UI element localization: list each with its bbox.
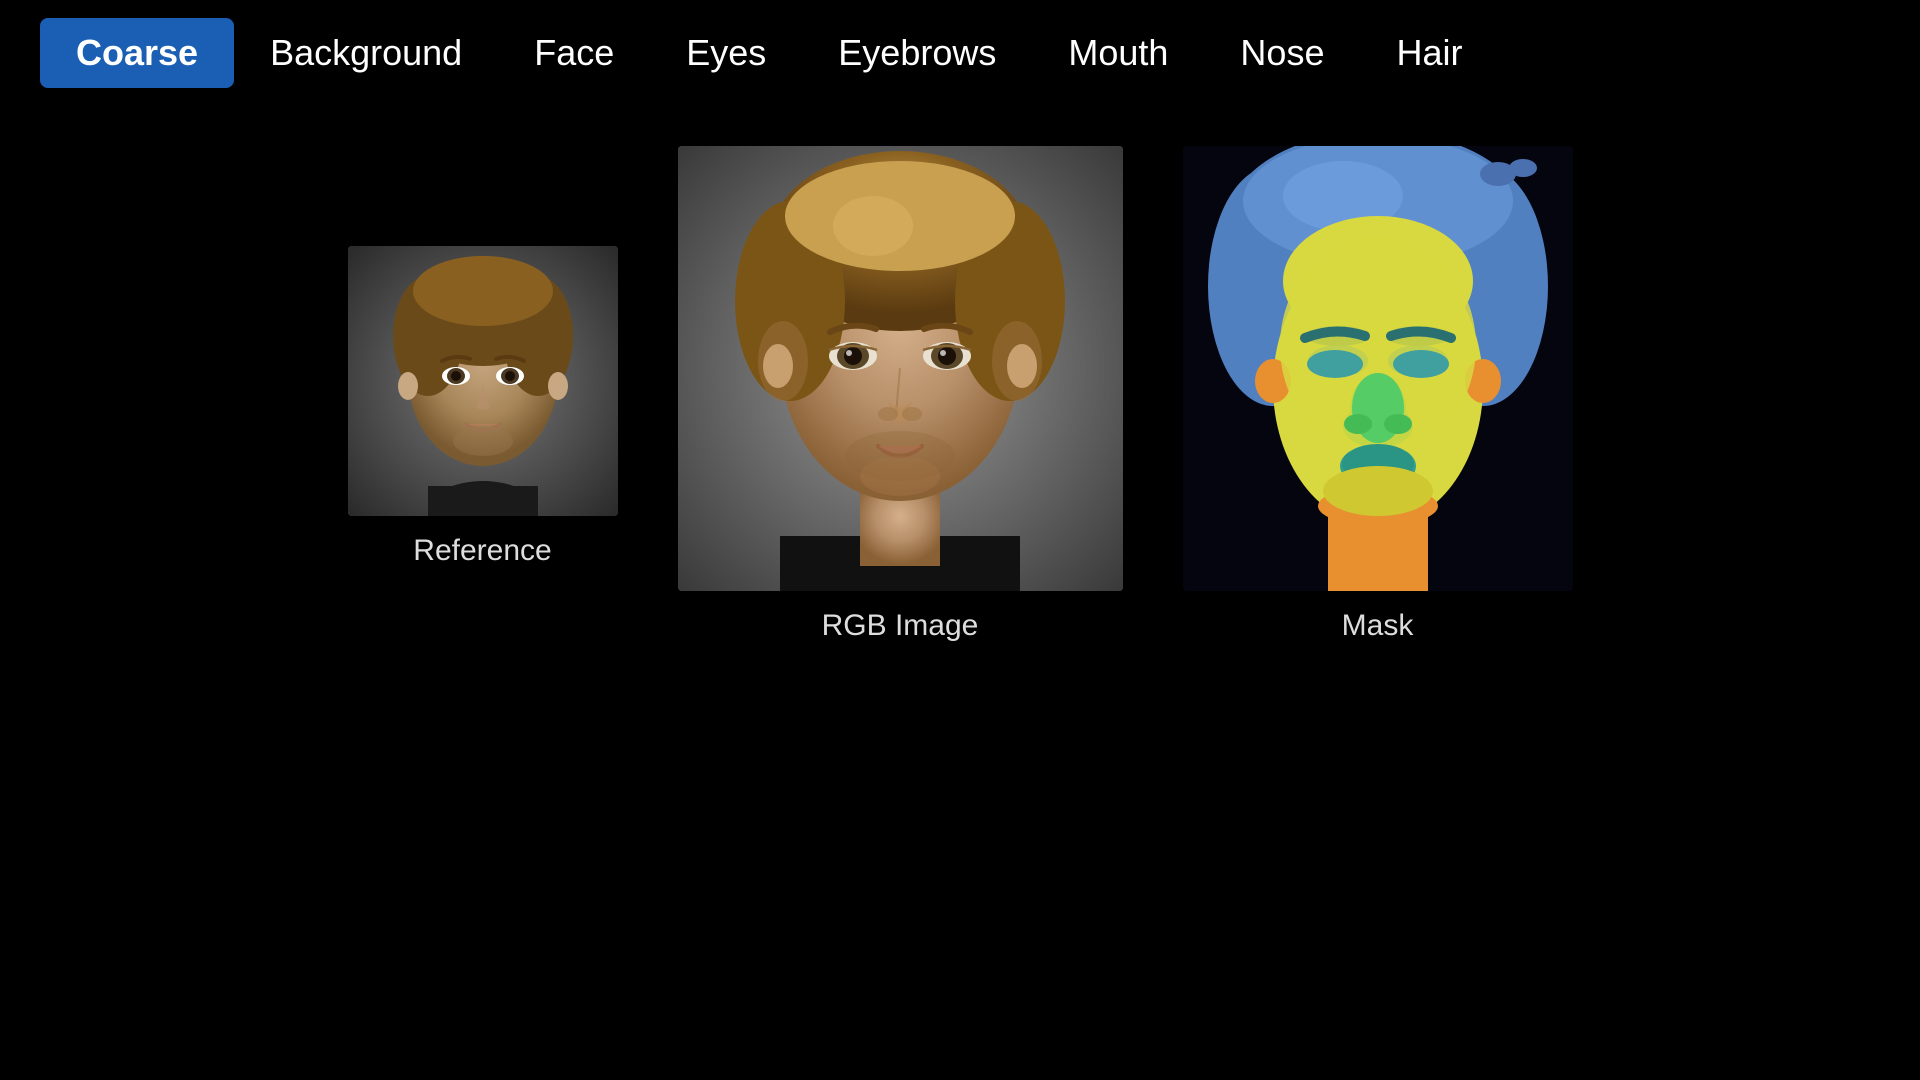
reference-label: Reference: [413, 534, 551, 568]
mask-label: Mask: [1342, 609, 1414, 643]
rgb-label: RGB Image: [822, 609, 979, 643]
tab-eyes[interactable]: Eyes: [650, 18, 802, 88]
rgb-image: [678, 146, 1123, 591]
tab-background[interactable]: Background: [234, 18, 498, 88]
tab-eyebrows[interactable]: Eyebrows: [802, 18, 1032, 88]
reference-image: [348, 246, 618, 516]
top-navigation: Coarse Background Face Eyes Eyebrows Mou…: [0, 0, 1920, 106]
mask-image: [1183, 146, 1573, 591]
tab-nose[interactable]: Nose: [1204, 18, 1360, 88]
reference-section: Reference: [348, 246, 618, 568]
tab-coarse[interactable]: Coarse: [40, 18, 234, 88]
tab-face[interactable]: Face: [498, 18, 650, 88]
tab-mouth[interactable]: Mouth: [1032, 18, 1204, 88]
rgb-section: RGB Image: [678, 146, 1123, 643]
mask-section: Mask: [1183, 146, 1573, 643]
tab-hair[interactable]: Hair: [1360, 18, 1498, 88]
main-content: Reference: [0, 106, 1920, 643]
